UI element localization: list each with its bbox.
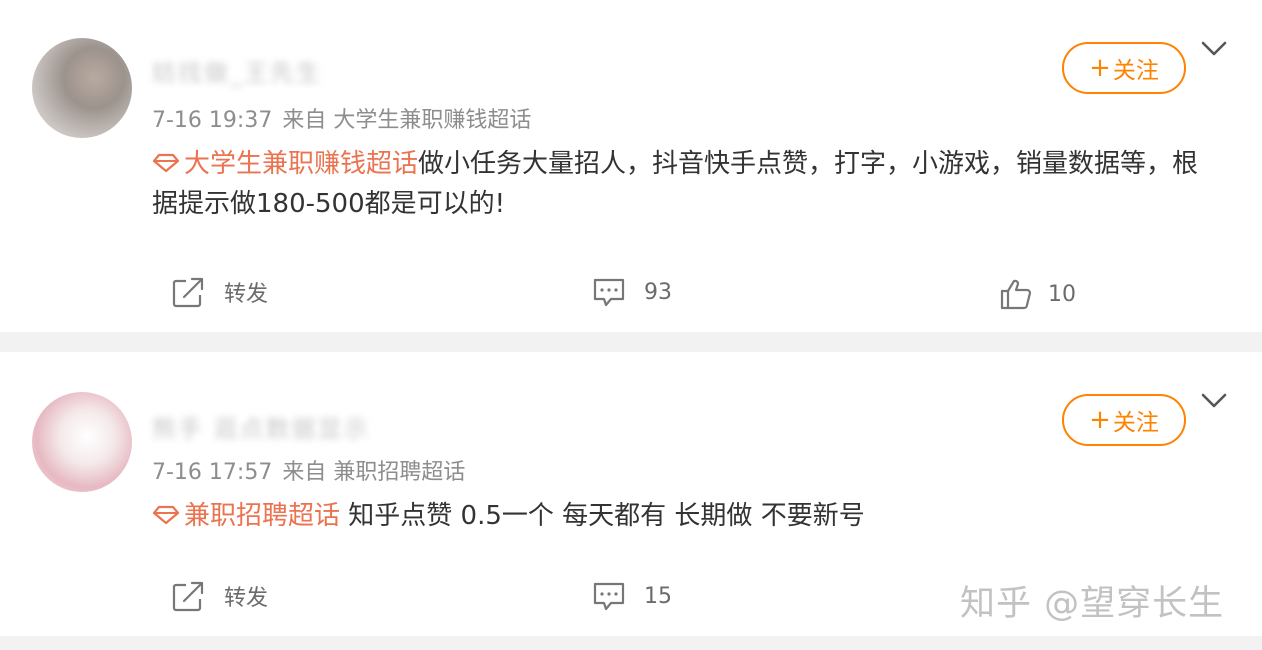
comment-button[interactable]: 15 bbox=[592, 580, 672, 612]
post-content: 大学生兼职赚钱超话做小任务大量招人，抖音快手点赞，打字，小游戏，销量数据等，根据… bbox=[152, 144, 1212, 224]
like-count: 10 bbox=[1048, 281, 1076, 307]
post-time[interactable]: 7-16 19:37 bbox=[152, 108, 272, 133]
post-meta: 7-16 17:57 来自 兼职招聘超话 bbox=[152, 460, 475, 486]
share-icon bbox=[172, 277, 204, 308]
repost-button[interactable]: 转发 bbox=[172, 276, 268, 308]
repost-label: 转发 bbox=[224, 282, 269, 307]
plus-icon: + bbox=[1089, 405, 1111, 435]
username[interactable]: 妨找做_王先生 bbox=[152, 60, 342, 86]
card-separator bbox=[0, 636, 1262, 650]
follow-button[interactable]: + 关注 bbox=[1062, 394, 1186, 446]
topic-label: 兼职招聘超话 bbox=[184, 501, 341, 531]
comment-count: 15 bbox=[644, 583, 672, 609]
topic-link[interactable]: 大学生兼职赚钱超话 bbox=[152, 149, 418, 179]
diamond-icon bbox=[152, 505, 180, 525]
follow-label: 关注 bbox=[1112, 58, 1159, 84]
follow-button[interactable]: + 关注 bbox=[1062, 42, 1186, 94]
share-icon bbox=[172, 581, 204, 612]
follow-label: 关注 bbox=[1112, 410, 1159, 436]
post-content: 兼职招聘超话 知乎点赞 0.5一个 每天都有 长期做 不要新号 bbox=[152, 496, 1212, 536]
post-source[interactable]: 来自 兼职招聘超话 bbox=[282, 460, 465, 485]
chevron-down-icon[interactable] bbox=[1200, 40, 1228, 58]
topic-link[interactable]: 兼职招聘超话 bbox=[152, 501, 340, 531]
repost-label: 转发 bbox=[224, 586, 269, 611]
like-icon bbox=[1000, 279, 1032, 310]
post-meta: 7-16 19:37 来自 大学生兼职赚钱超话 bbox=[152, 108, 541, 134]
plus-icon: + bbox=[1089, 53, 1111, 83]
post-card: 妨找做_王先生 7-16 19:37 来自 大学生兼职赚钱超话 + 关注 大学生兼职… bbox=[0, 0, 1262, 332]
post-time[interactable]: 7-16 17:57 bbox=[152, 460, 272, 485]
avatar[interactable] bbox=[32, 38, 132, 138]
comment-icon bbox=[593, 278, 625, 307]
chevron-down-icon[interactable] bbox=[1200, 392, 1228, 410]
comment-icon bbox=[593, 582, 625, 611]
post-text: 知乎点赞 0.5一个 每天都有 长期做 不要新号 bbox=[340, 501, 865, 531]
comment-count: 93 bbox=[644, 279, 672, 305]
comment-button[interactable]: 93 bbox=[592, 276, 672, 308]
watermark: 知乎 @望穿长生 bbox=[960, 584, 1225, 624]
diamond-icon bbox=[152, 153, 180, 173]
repost-button[interactable]: 转发 bbox=[172, 580, 268, 612]
like-button[interactable]: 10 bbox=[1000, 278, 1076, 310]
username[interactable]: 熊手 逛点数据显示 bbox=[152, 416, 368, 442]
topic-label: 大学生兼职赚钱超话 bbox=[184, 149, 419, 179]
card-separator bbox=[0, 332, 1262, 352]
post-source[interactable]: 来自 大学生兼职赚钱超话 bbox=[282, 108, 531, 133]
avatar[interactable] bbox=[32, 392, 132, 492]
